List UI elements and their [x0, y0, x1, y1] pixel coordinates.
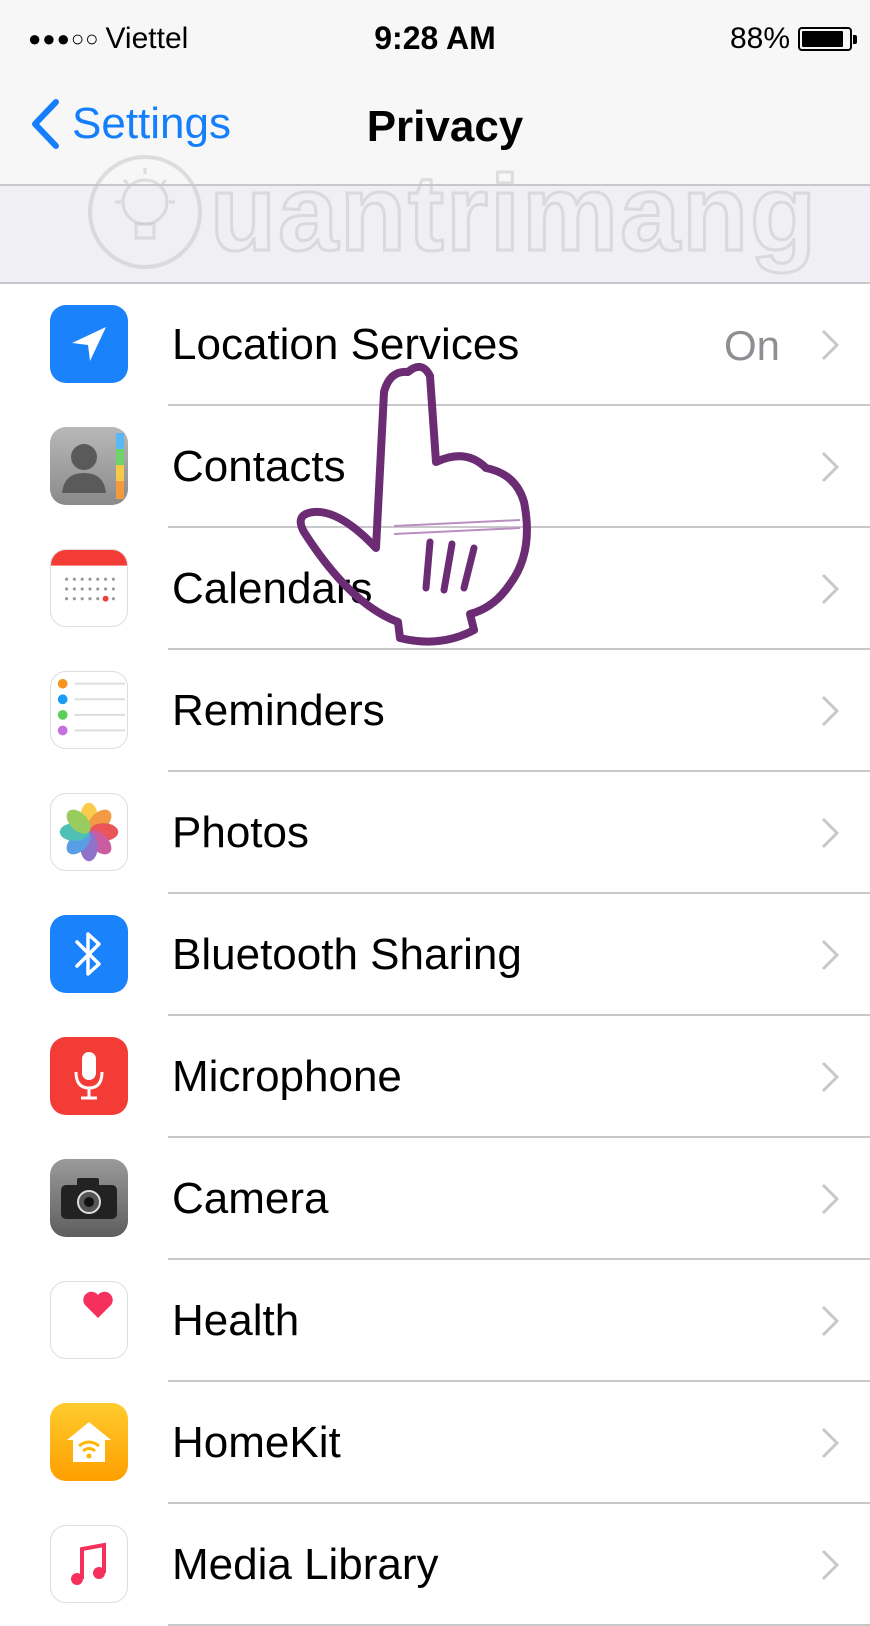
navigation-bar: Settings Privacy: [0, 80, 870, 186]
row-homekit[interactable]: HomeKit: [0, 1382, 870, 1504]
chevron-right-icon: [821, 329, 840, 361]
location-arrow-icon: [50, 305, 128, 383]
row-label: Reminders: [172, 686, 385, 735]
page-title: Privacy: [366, 102, 524, 151]
reminders-icon: [50, 671, 128, 749]
calendar-icon: [50, 549, 128, 627]
chevron-right-icon: [821, 817, 840, 849]
contacts-icon: [50, 427, 128, 505]
camera-icon: [50, 1159, 128, 1237]
photos-icon: [50, 793, 128, 871]
chevron-right-icon: [821, 451, 840, 483]
row-label: Bluetooth Sharing: [172, 930, 522, 979]
row-camera[interactable]: Camera: [0, 1138, 870, 1260]
row-label: Photos: [172, 808, 309, 857]
chevron-right-icon: [821, 1549, 840, 1581]
tap-pointer-hand-icon: [296, 362, 531, 646]
row-detail: On: [723, 322, 780, 369]
battery-percent: 88%: [729, 22, 790, 55]
row-photos[interactable]: Photos: [0, 772, 870, 894]
homekit-icon: [50, 1403, 128, 1481]
chevron-right-icon: [821, 1061, 840, 1093]
row-microphone[interactable]: Microphone: [0, 1016, 870, 1138]
row-media-library[interactable]: Media Library: [0, 1504, 870, 1626]
battery-icon: [798, 27, 857, 51]
chevron-right-icon: [821, 1305, 840, 1337]
chevron-right-icon: [821, 573, 840, 605]
status-bar: ●●●○○ Viettel 9:28 AM 88%: [0, 0, 870, 80]
chevron-right-icon: [821, 1183, 840, 1215]
row-reminders[interactable]: Reminders: [0, 650, 870, 772]
row-health[interactable]: Health: [0, 1260, 870, 1382]
row-label: Health: [172, 1296, 300, 1345]
row-bluetooth-sharing[interactable]: Bluetooth Sharing: [0, 894, 870, 1016]
microphone-icon: [50, 1037, 128, 1115]
row-label: Camera: [172, 1174, 329, 1223]
media-library-icon: [50, 1525, 128, 1603]
chevron-right-icon: [821, 1427, 840, 1459]
battery-info: 88%: [729, 22, 857, 56]
health-heart-icon: [50, 1281, 128, 1359]
row-label: Microphone: [172, 1052, 402, 1101]
chevron-right-icon: [821, 939, 840, 971]
row-label: Media Library: [172, 1540, 439, 1589]
bluetooth-icon: [50, 915, 128, 993]
chevron-right-icon: [821, 695, 840, 727]
row-label: HomeKit: [172, 1418, 341, 1467]
